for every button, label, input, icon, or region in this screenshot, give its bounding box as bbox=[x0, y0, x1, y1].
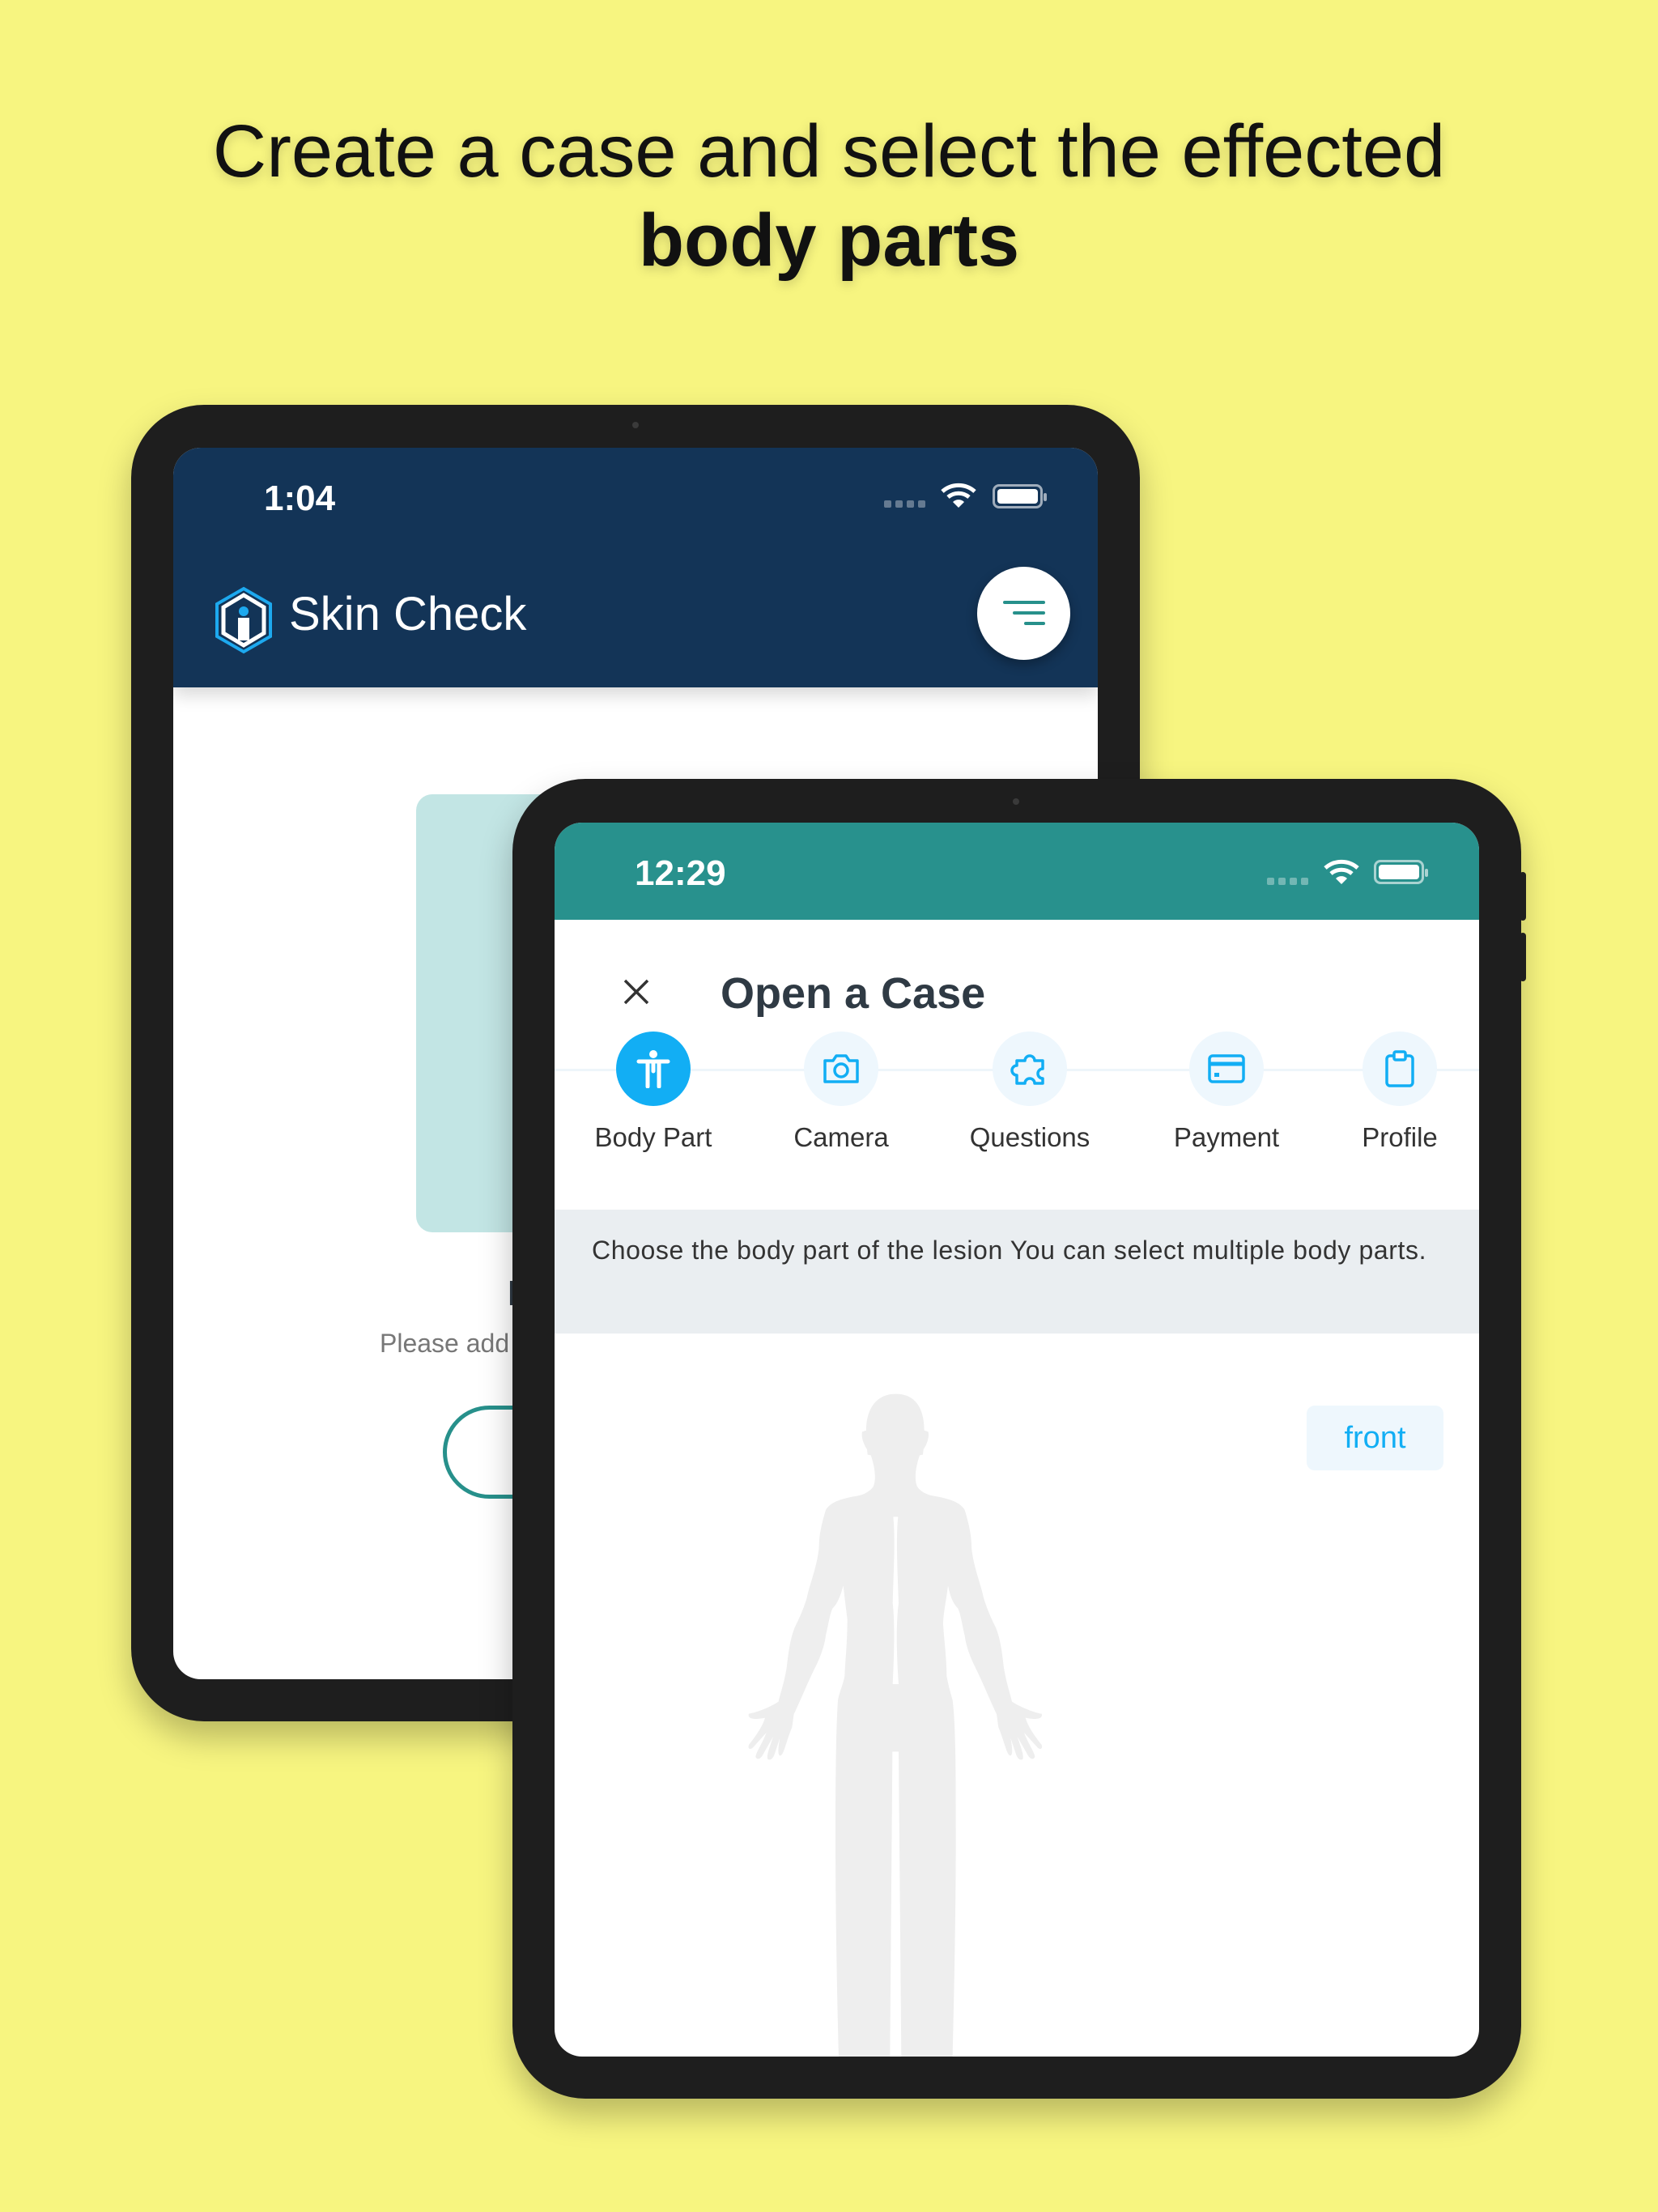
status-time: 12:29 bbox=[635, 853, 726, 893]
filter-menu-icon bbox=[1003, 601, 1045, 625]
accessibility-icon bbox=[636, 1050, 670, 1088]
headline-line-1: Create a case and select the effected bbox=[212, 110, 1446, 193]
battery-icon bbox=[993, 484, 1047, 508]
credit-card-icon bbox=[1208, 1054, 1245, 1083]
toggle-label: front bbox=[1344, 1421, 1406, 1455]
headline-line-2: body parts bbox=[638, 199, 1020, 282]
side-button bbox=[1520, 872, 1526, 921]
step-camera[interactable]: Camera bbox=[768, 1032, 914, 1153]
front-back-toggle[interactable]: front bbox=[1307, 1406, 1443, 1470]
step-label: Payment bbox=[1173, 1122, 1280, 1152]
puzzle-icon bbox=[1010, 1054, 1044, 1085]
step-questions[interactable]: Questions bbox=[957, 1032, 1103, 1153]
wifi-icon bbox=[941, 483, 976, 508]
close-icon[interactable] bbox=[623, 978, 650, 1006]
camera-icon bbox=[823, 1054, 859, 1083]
front-tablet: 12:29 Open a Case Body Part Camera Quest… bbox=[512, 779, 1526, 2099]
signal-icon bbox=[884, 500, 925, 508]
instruction-text: Choose the body part of the lesion You c… bbox=[592, 1236, 1427, 1265]
camera-dot bbox=[1013, 798, 1019, 805]
menu-button[interactable] bbox=[977, 567, 1070, 660]
front-screen: 12:29 Open a Case Body Part Camera Quest… bbox=[555, 823, 1479, 2057]
status-time: 1:04 bbox=[264, 479, 336, 518]
step-label: Camera bbox=[793, 1122, 889, 1152]
body-silhouette-back[interactable] bbox=[729, 1376, 1152, 2057]
step-label: Body Part bbox=[594, 1122, 712, 1152]
wifi-icon bbox=[1324, 859, 1359, 884]
body-outline[interactable] bbox=[748, 1393, 1043, 2057]
clipboard-icon bbox=[1385, 1050, 1414, 1087]
app-title: Skin Check bbox=[289, 588, 527, 640]
step-label: Questions bbox=[969, 1122, 1090, 1152]
step-body-part[interactable]: Body Part bbox=[580, 1032, 726, 1153]
app-header: 1:04 Skin Check bbox=[173, 448, 1098, 687]
step-payment[interactable]: Payment bbox=[1154, 1032, 1299, 1153]
side-button bbox=[1520, 933, 1526, 981]
step-profile[interactable]: Profile bbox=[1327, 1032, 1473, 1153]
status-bar: 12:29 bbox=[555, 823, 1479, 920]
camera-dot bbox=[632, 422, 639, 428]
battery-icon bbox=[1374, 860, 1428, 884]
signal-icon bbox=[1267, 878, 1308, 885]
page-title: Open a Case bbox=[721, 969, 986, 1018]
empty-state-subtitle: Please add bbox=[380, 1329, 510, 1358]
skin-check-logo bbox=[215, 586, 272, 654]
step-label: Profile bbox=[1362, 1122, 1438, 1152]
instruction-box: Choose the body part of the lesion You c… bbox=[555, 1210, 1479, 1334]
